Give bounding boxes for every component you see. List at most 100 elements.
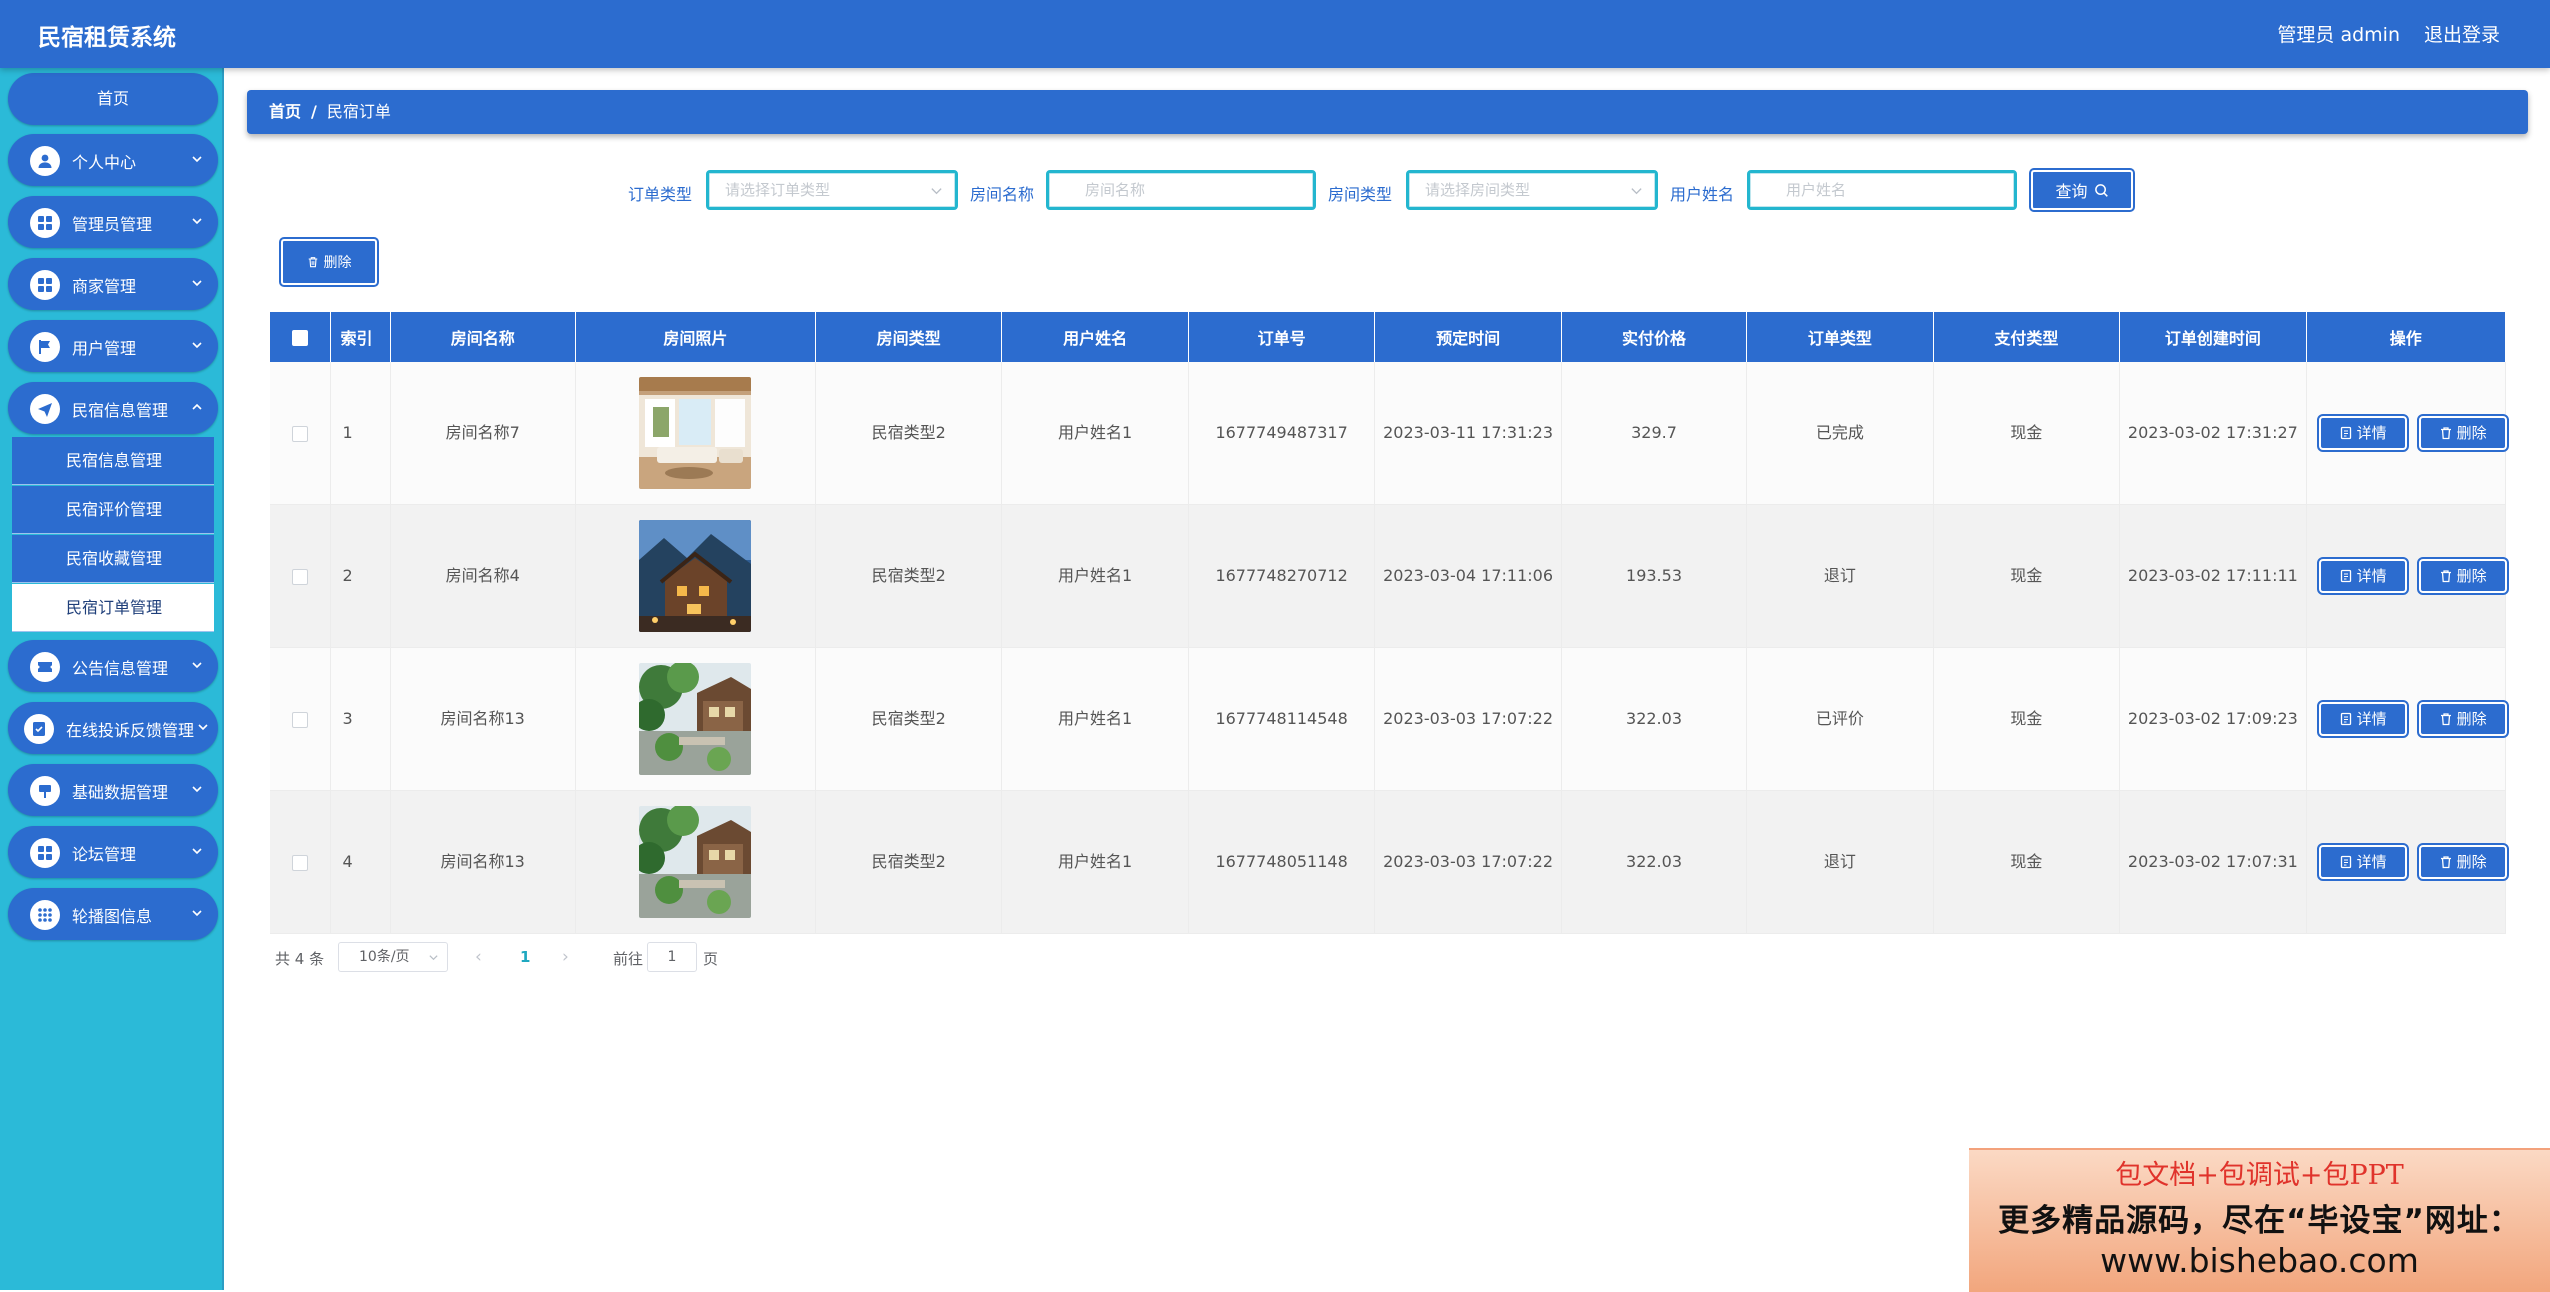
order-no-cell: 1677748114548 xyxy=(1188,647,1376,791)
order-no-cell: 1677748051148 xyxy=(1188,790,1376,934)
sidebar-subitem-homestay-reviews[interactable]: 民宿评价管理 xyxy=(12,486,214,534)
row-checkbox[interactable] xyxy=(291,568,308,585)
breadcrumb-home[interactable]: 首页 xyxy=(269,102,301,121)
sidebar-item-carousel[interactable]: 轮播图信息 xyxy=(8,888,218,940)
row-checkbox[interactable] xyxy=(291,425,308,442)
delete-label: 删除 xyxy=(2456,567,2487,585)
sidebar-item-forum[interactable]: 论坛管理 xyxy=(8,826,218,878)
sidebar-item-merchant-management[interactable]: 商家管理 xyxy=(8,258,218,310)
row-checkbox-cell[interactable] xyxy=(270,504,331,648)
room-photo-cell xyxy=(575,790,816,934)
sidebar-subitem-homestay-favorites[interactable]: 民宿收藏管理 xyxy=(12,535,214,583)
select-all-header[interactable] xyxy=(270,312,331,362)
sidebar-item-label: 个人中心 xyxy=(72,153,137,172)
delete-button[interactable]: 删除 xyxy=(2416,700,2509,738)
room-photo[interactable] xyxy=(639,663,752,775)
room-type-select[interactable] xyxy=(1406,170,1658,210)
row-checkbox-cell[interactable] xyxy=(270,647,331,791)
page-size-select[interactable]: 10条/页 xyxy=(338,942,448,972)
page-number-current[interactable]: 1 xyxy=(520,948,530,966)
bulk-delete-button[interactable]: 删除 xyxy=(279,237,379,287)
sidebar-item-user-management[interactable]: 用户管理 xyxy=(8,320,218,372)
detail-label: 详情 xyxy=(2356,424,2387,442)
sidebar-item-label: 首页 xyxy=(96,89,129,108)
column-header: 操作 xyxy=(2306,312,2507,362)
sidebar-item-personal-center[interactable]: 个人中心 xyxy=(8,134,218,186)
goto-label: 前往 xyxy=(613,950,644,968)
room-type-label: 房间类型 xyxy=(1328,185,1393,204)
send-icon xyxy=(30,394,60,424)
room-name-field[interactable] xyxy=(1046,170,1316,210)
trash-icon xyxy=(2440,856,2451,869)
query-button[interactable]: 查询 xyxy=(2029,168,2135,212)
index-cell: 3 xyxy=(330,647,391,791)
room-type-input[interactable] xyxy=(1409,173,1655,207)
detail-button[interactable]: 详情 xyxy=(2316,843,2409,881)
query-label: 查询 xyxy=(2055,182,2088,201)
table-header-row: 索引 房间名称 房间照片 房间类型 用户姓名 订单号 预定时间 实付价格 订单类… xyxy=(270,312,2507,362)
sidebar-item-basic-data[interactable]: 基础数据管理 xyxy=(8,764,218,816)
watermark-line-1: 包文档+包调试+包PPT xyxy=(2115,1160,2404,1191)
detail-button[interactable]: 详情 xyxy=(2316,414,2409,452)
user-name-field[interactable] xyxy=(1747,170,2017,210)
watermark-line-2: 更多精品源码，尽在“毕设宝”网址： xyxy=(1998,1203,2521,1239)
sidebar-subitem-homestay-info[interactable]: 民宿信息管理 xyxy=(12,437,214,485)
index-cell: 2 xyxy=(330,504,391,648)
user-name-cell: 用户姓名1 xyxy=(1001,790,1189,934)
row-checkbox[interactable] xyxy=(291,854,308,871)
next-page-button[interactable]: › xyxy=(562,947,569,967)
room-name-cell: 房间名称13 xyxy=(390,790,576,934)
document-icon xyxy=(2340,855,2351,869)
sidebar-item-homestay-info[interactable]: 民宿信息管理 xyxy=(8,382,218,434)
pay-type-cell: 现金 xyxy=(1933,504,2121,648)
booking-time-cell: 2023-03-04 17:11:06 xyxy=(1374,504,1562,648)
user-name-input[interactable] xyxy=(1750,173,2014,207)
order-type-cell: 退订 xyxy=(1746,790,1934,934)
index-cell: 1 xyxy=(330,362,391,505)
sidebar: 首页 个人中心 管理员管理 商家管理 用户管理 民宿信息管理 民宿信息管理 民宿… xyxy=(0,68,224,1290)
booking-time-cell: 2023-03-11 17:31:23 xyxy=(1374,362,1562,505)
detail-button[interactable]: 详情 xyxy=(2316,700,2409,738)
prev-page-button[interactable]: ‹ xyxy=(475,947,482,967)
order-type-input[interactable] xyxy=(709,173,955,207)
order-no-cell: 1677748270712 xyxy=(1188,504,1376,648)
trash-icon xyxy=(2440,713,2451,726)
column-header: 实付价格 xyxy=(1561,312,1748,362)
sidebar-item-complaints[interactable]: 在线投诉反馈管理 xyxy=(8,702,218,754)
room-name-input[interactable] xyxy=(1049,173,1313,207)
pay-type-cell: 现金 xyxy=(1933,647,2121,791)
total-count: 共 4 条 xyxy=(275,950,325,968)
room-photo[interactable] xyxy=(639,520,752,632)
detail-label: 详情 xyxy=(2356,710,2387,728)
row-checkbox[interactable] xyxy=(291,711,308,728)
select-all-checkbox[interactable] xyxy=(291,330,308,346)
user-icon xyxy=(30,146,60,176)
row-checkbox-cell[interactable] xyxy=(270,790,331,934)
page-size-value: 10条/页 xyxy=(359,949,410,965)
goto-page-input[interactable] xyxy=(647,942,697,972)
row-checkbox-cell[interactable] xyxy=(270,362,331,505)
sidebar-item-admin-management[interactable]: 管理员管理 xyxy=(8,196,218,248)
room-photo[interactable] xyxy=(639,377,752,489)
actions-cell: 详情 删除 xyxy=(2306,790,2509,934)
chevron-down-icon xyxy=(931,188,942,195)
column-header: 房间名称 xyxy=(390,312,576,362)
actions-cell: 详情 删除 xyxy=(2306,647,2509,791)
breadcrumb-current: 民宿订单 xyxy=(326,102,391,121)
sidebar-item-home[interactable]: 首页 xyxy=(8,73,218,125)
order-type-select[interactable] xyxy=(706,170,958,210)
detail-button[interactable]: 详情 xyxy=(2316,557,2409,595)
logout-link[interactable]: 退出登录 xyxy=(2424,20,2500,47)
booking-time-cell: 2023-03-03 17:07:22 xyxy=(1374,647,1562,791)
bulk-delete-label: 删除 xyxy=(323,255,352,271)
flag-icon xyxy=(30,332,60,362)
room-photo[interactable] xyxy=(639,806,752,918)
delete-button[interactable]: 删除 xyxy=(2416,414,2509,452)
sidebar-item-announcements[interactable]: 公告信息管理 xyxy=(8,640,218,692)
created-at-cell: 2023-03-02 17:31:27 xyxy=(2119,362,2307,505)
sidebar-subitem-homestay-orders[interactable]: 民宿订单管理 xyxy=(12,584,214,632)
delete-button[interactable]: 删除 xyxy=(2416,843,2509,881)
admin-label: 管理员 admin xyxy=(2277,24,2400,46)
dots-grid-icon xyxy=(30,900,60,930)
delete-button[interactable]: 删除 xyxy=(2416,557,2509,595)
